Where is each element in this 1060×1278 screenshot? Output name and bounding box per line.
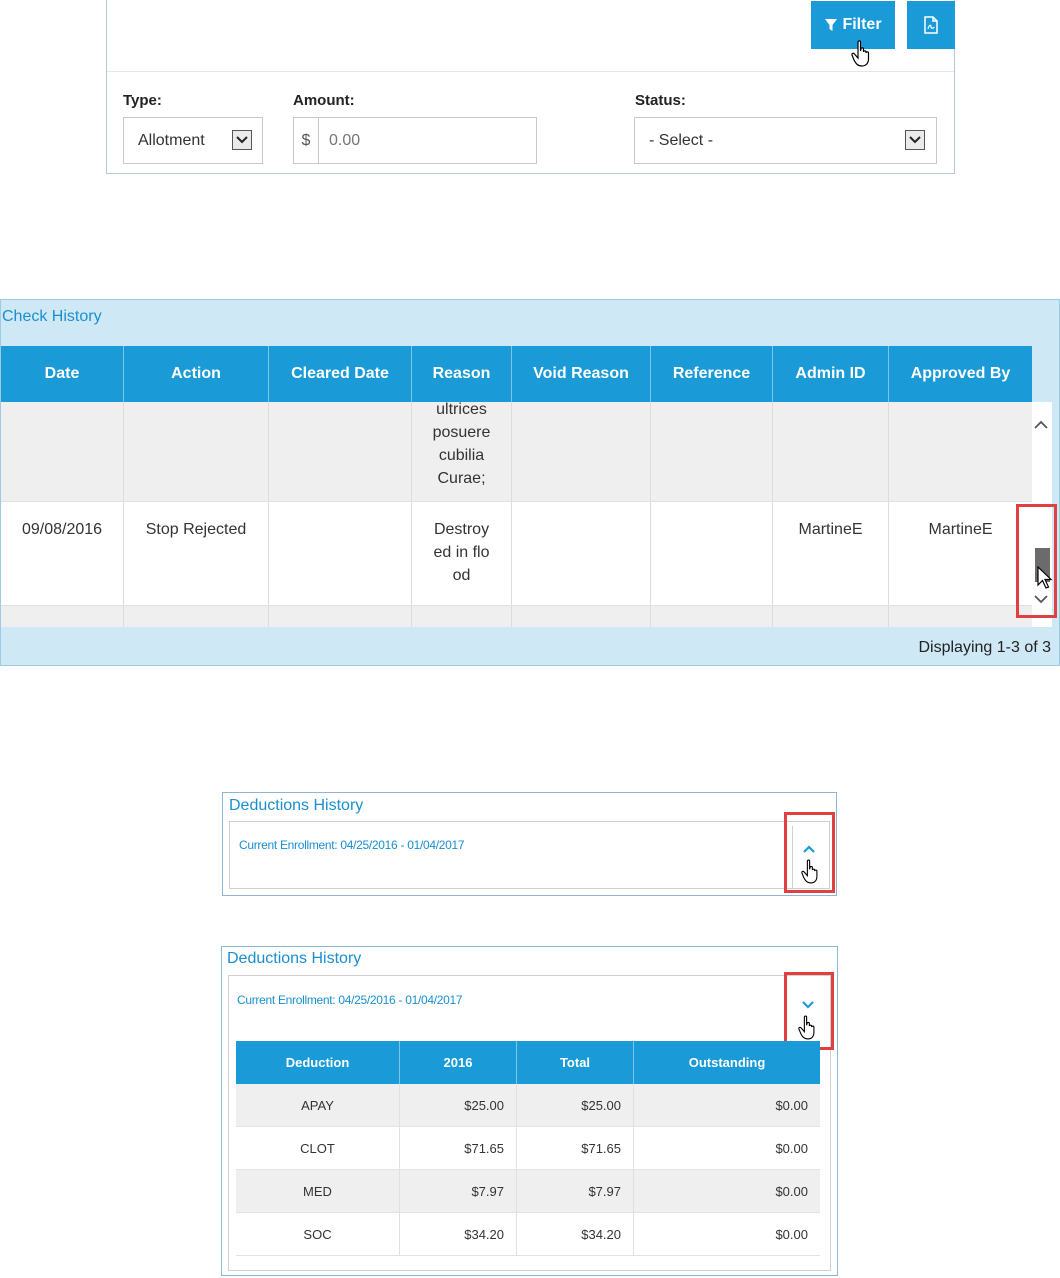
cell-deduction: APAY	[236, 1084, 400, 1126]
cell-deduction: SOC	[236, 1213, 400, 1255]
amount-label: Amount:	[293, 92, 355, 109]
cell-2016: $7.97	[400, 1170, 517, 1212]
cell-cleared-date	[269, 502, 412, 605]
cell-2016: $25.00	[400, 1084, 517, 1126]
cell-outstanding: $0.00	[775, 1183, 808, 1199]
column-header-admin-id[interactable]: Admin ID	[773, 346, 889, 402]
pdf-export-button[interactable]	[907, 1, 955, 49]
chevron-down-icon	[232, 130, 252, 150]
column-header-reference[interactable]: Reference	[651, 346, 773, 402]
column-header-outstanding: Outstanding	[688, 1055, 766, 1070]
type-select-value: Allotment	[138, 131, 205, 149]
deductions-table: Deduction 2016 Total Outstanding APAY $2…	[236, 1041, 820, 1256]
enrollment-section: Current Enrollment: 04/25/2016 - 01/04/2…	[229, 821, 830, 889]
status-select-value: - Select -	[649, 131, 714, 149]
cell-total: $7.97	[517, 1170, 634, 1212]
table-row[interactable]: 09/08/2016 Stop Rejected Destroy ed in f…	[1, 501, 1032, 605]
type-select[interactable]: Allotment	[123, 117, 263, 164]
cell-total: $71.65	[517, 1127, 634, 1169]
table-row[interactable]: ultrices posuere cubilia Curae;	[1, 402, 1032, 501]
cell-cleared-date	[269, 402, 412, 501]
status-select[interactable]: - Select -	[634, 117, 937, 164]
chevron-up-icon[interactable]	[1034, 420, 1048, 430]
pagination-status: Displaying 1-3 of 3	[918, 639, 1051, 656]
cell-outstanding: $0.00	[775, 1097, 808, 1113]
cell-date: 09/08/2016	[1, 502, 124, 605]
hand-cursor-icon	[851, 40, 870, 67]
cell-admin-id	[773, 402, 889, 501]
table-body: ultrices posuere cubilia Curae; 09/08/20…	[1, 402, 1032, 627]
column-header-reason[interactable]: Reason	[412, 346, 512, 402]
deductions-history-title: Deductions History	[227, 950, 362, 967]
amount-input[interactable]	[319, 118, 536, 163]
deductions-history-panel-expanded: Deductions History Current Enrollment: 0…	[221, 946, 838, 1276]
table-row[interactable]	[1, 605, 1032, 627]
cell-void-reason	[512, 502, 651, 605]
funnel-icon	[825, 19, 838, 31]
column-header-void-reason[interactable]: Void Reason	[512, 346, 651, 402]
type-label: Type:	[123, 92, 162, 109]
filter-panel: Filter Type: Allotment Amount: $ Status:…	[106, 0, 955, 174]
cell-void-reason	[512, 402, 651, 501]
cell-approved-by	[889, 402, 1032, 501]
cell-reference	[651, 502, 773, 605]
highlight-box	[784, 812, 835, 893]
table-header: Deduction 2016 Total Outstanding	[236, 1041, 820, 1084]
check-history-table: Date Action Cleared Date Reason Void Rea…	[1, 346, 1032, 627]
column-header-2016: 2016	[400, 1041, 517, 1084]
filter-button-label: Filter	[842, 16, 882, 33]
check-history-panel: Check History Date Action Cleared Date R…	[0, 299, 1060, 666]
table-header: Date Action Cleared Date Reason Void Rea…	[1, 346, 1032, 402]
cell-date	[1, 402, 124, 501]
cell-2016: $34.20	[400, 1213, 517, 1255]
cell-2016: $71.65	[400, 1127, 517, 1169]
column-header-date[interactable]: Date	[1, 346, 124, 402]
column-header-action[interactable]: Action	[124, 346, 269, 402]
amount-field[interactable]: $	[293, 117, 537, 164]
cell-outstanding: $0.00	[775, 1140, 808, 1156]
cell-total: $34.20	[517, 1213, 634, 1255]
cell-admin-id: MartineE	[773, 502, 889, 605]
column-header-deduction: Deduction	[236, 1041, 400, 1084]
enrollment-link[interactable]: Current Enrollment: 04/25/2016 - 01/04/2…	[237, 993, 463, 1007]
pdf-icon	[924, 16, 938, 34]
cell-deduction: CLOT	[236, 1127, 400, 1169]
table-row: APAY $25.00 $25.00 $0.00	[236, 1084, 820, 1127]
chevron-down-icon	[905, 130, 925, 150]
cell-action	[124, 402, 269, 501]
cell-outstanding: $0.00	[775, 1226, 808, 1242]
cell-approved-by: MartineE	[928, 521, 993, 538]
cell-total: $25.00	[517, 1084, 634, 1126]
enrollment-link[interactable]: Current Enrollment: 04/25/2016 - 01/04/2…	[239, 838, 465, 852]
deductions-history-panel-collapsed: Deductions History Current Enrollment: 0…	[222, 792, 837, 896]
status-label: Status:	[635, 92, 686, 109]
cell-deduction: MED	[236, 1170, 400, 1212]
check-history-title: Check History	[2, 308, 102, 325]
column-header-total: Total	[517, 1041, 634, 1084]
table-row: SOC $34.20 $34.20 $0.00	[236, 1213, 820, 1256]
cell-reason: Destroy ed in flo od	[412, 502, 512, 605]
deductions-history-title: Deductions History	[229, 797, 364, 814]
currency-prefix: $	[294, 118, 319, 163]
table-row: CLOT $71.65 $71.65 $0.00	[236, 1127, 820, 1170]
table-row: MED $7.97 $7.97 $0.00	[236, 1170, 820, 1213]
cell-reason: ultrices posuere cubilia Curae;	[412, 402, 512, 501]
column-header-approved-by[interactable]: Approved By	[889, 346, 1032, 402]
cell-reference	[651, 402, 773, 501]
highlight-box	[1016, 504, 1057, 618]
highlight-box	[784, 972, 834, 1050]
column-header-cleared-date[interactable]: Cleared Date	[269, 346, 412, 402]
cell-action: Stop Rejected	[124, 502, 269, 605]
